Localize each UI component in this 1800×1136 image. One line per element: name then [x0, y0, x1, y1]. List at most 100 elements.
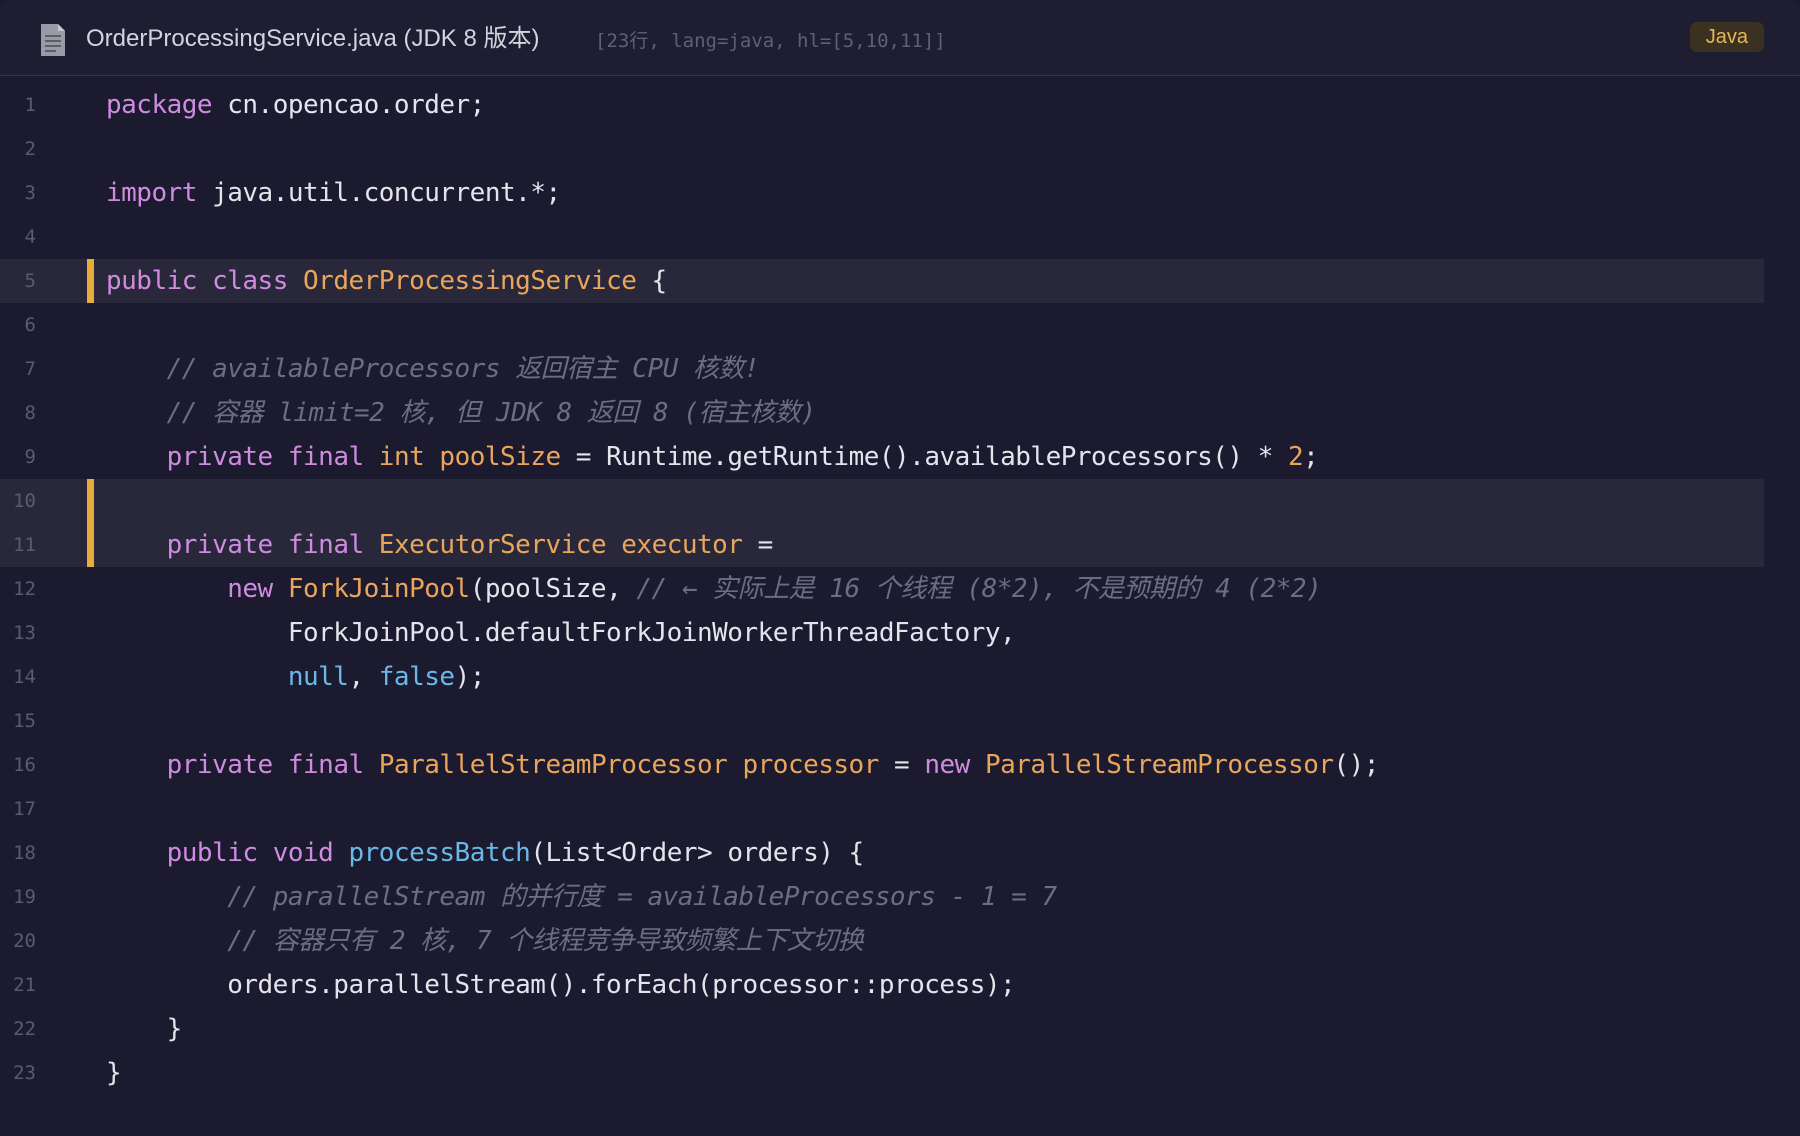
line-number: 20 [13, 930, 36, 952]
code-line: 6 [0, 303, 1800, 347]
code-token: // ← 实际上是 16 个线程 (8*2), 不是预期的 4 (2*2) [636, 574, 1322, 604]
line-number: 9 [24, 446, 36, 468]
code-line: 16 private final ParallelStreamProcessor… [0, 743, 1800, 787]
code-text: public class OrderProcessingService { [106, 259, 667, 303]
code-text: new ForkJoinPool(poolSize, // ← 实际上是 16 … [106, 567, 1321, 611]
code-text: private final int poolSize = Runtime.get… [106, 435, 1319, 479]
code-token: { [636, 266, 668, 296]
code-line: 19 // parallelStream 的并行度 = availablePro… [0, 875, 1800, 919]
line-number: 6 [24, 314, 36, 336]
line-number: 15 [13, 710, 36, 732]
code-token: java.util.concurrent.*; [196, 178, 561, 208]
code-body: 1 package cn.opencao.order; 2 3 import java.… [0, 76, 1800, 1136]
line-number: 1 [24, 94, 36, 116]
line-number: 12 [13, 578, 36, 600]
code-line: 13 ForkJoinPool.defaultForkJoinWorkerThr… [0, 611, 1800, 655]
code-line: 17 [0, 787, 1800, 831]
code-token: false [378, 662, 455, 692]
code-token: processor [742, 750, 879, 780]
code-token: poolSize [439, 442, 561, 472]
code-token: new [227, 574, 273, 604]
code-text: private final ParallelStreamProcessor pr… [106, 743, 1380, 787]
code-line: 11 private final ExecutorService executo… [0, 523, 1764, 567]
line-number: 16 [13, 754, 36, 776]
code-token: executor [621, 530, 743, 560]
document-icon [41, 24, 65, 56]
code-text: package cn.opencao.order; [106, 83, 485, 127]
file-name: OrderProcessingService.java (JDK 8 版本) [86, 25, 540, 52]
code-token: ParallelStreamProcessor [984, 750, 1334, 780]
code-line: 1 package cn.opencao.order; [0, 83, 1800, 127]
code-token: } [106, 1058, 122, 1088]
code-token: = [742, 530, 774, 560]
code-token: ForkJoinPool [287, 574, 470, 604]
code-token: (poolSize, [469, 574, 637, 604]
code-token: // 容器只有 2 核, 7 个线程竞争导致频繁上下文切换 [227, 926, 864, 956]
code-token: 2 [1288, 442, 1304, 472]
code-text: public void processBatch(List<Order> ord… [106, 831, 865, 875]
code-line: 18 public void processBatch(List<Order> … [0, 831, 1800, 875]
code-token: int [378, 442, 425, 472]
code-text: } [106, 1051, 122, 1095]
line-number: 2 [24, 138, 36, 160]
code-line: 8 // 容器 limit=2 核, 但 JDK 8 返回 8 (宿主核数) [0, 391, 1800, 435]
code-text: null, false); [106, 655, 486, 699]
code-token: public [166, 838, 258, 868]
code-text: // availableProcessors 返回宿主 CPU 核数! [106, 347, 760, 391]
code-token: = Runtime.getRuntime().availableProcesso… [560, 442, 1289, 472]
file-meta: [23行, lang=java, hl=[5,10,11]] [595, 30, 946, 52]
code-line: 22 } [0, 1007, 1800, 1051]
code-line: 4 [0, 215, 1800, 259]
line-number: 13 [13, 622, 36, 644]
code-line: 12 new ForkJoinPool(poolSize, // ← 实际上是 … [0, 567, 1800, 611]
code-token: } [106, 1014, 183, 1044]
code-token: = [878, 750, 925, 780]
code-token: , [348, 662, 379, 692]
code-token: public [106, 266, 197, 296]
code-token: private [166, 442, 274, 472]
code-line: 14 null, false); [0, 655, 1800, 699]
code-text: // parallelStream 的并行度 = availableProces… [106, 875, 1057, 919]
code-token: class [212, 266, 288, 296]
code-token: final [287, 442, 364, 472]
code-token: ; [1303, 442, 1319, 472]
line-number: 5 [24, 270, 36, 292]
line-number: 19 [13, 886, 36, 908]
code-token: // 容器 limit=2 核, 但 JDK 8 返回 8 (宿主核数) [166, 398, 817, 428]
line-number: 14 [13, 666, 36, 688]
code-token: ForkJoinPool.defaultForkJoinWorkerThread… [106, 618, 1016, 648]
code-line: 21 orders.parallelStream().forEach(proce… [0, 963, 1800, 1007]
line-number: 18 [13, 842, 36, 864]
code-line: 20 // 容器只有 2 核, 7 个线程竞争导致频繁上下文切换 [0, 919, 1800, 963]
line-number: 10 [13, 490, 36, 512]
line-number: 23 [13, 1062, 36, 1084]
language-badge: Java [1689, 22, 1764, 52]
line-number: 11 [13, 534, 36, 556]
code-viewer-window: OrderProcessingService.java (JDK 8 版本) [… [0, 0, 1800, 1136]
code-token: processBatch [348, 838, 531, 868]
code-token: final [287, 750, 364, 780]
code-token: ExecutorService [378, 530, 607, 560]
code-token: (); [1333, 750, 1380, 780]
code-token: new [924, 750, 970, 780]
code-token: package [106, 90, 213, 120]
